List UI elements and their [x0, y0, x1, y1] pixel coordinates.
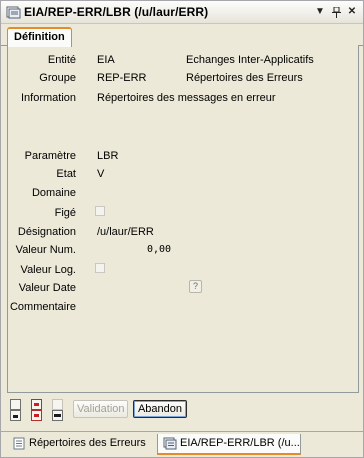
- tab-label: EIA/REP-ERR/LBR (/u...: [180, 437, 300, 449]
- valeur-log-label: Valeur Log.: [20, 264, 76, 276]
- etat-label: Etat: [56, 168, 76, 180]
- valeur-num-label: Valeur Num.: [15, 244, 76, 256]
- designation-value[interactable]: /u/laur/ERR: [97, 226, 154, 238]
- tab-definition-label: Définition: [14, 31, 65, 43]
- definition-panel: Entité EIA Echanges Inter-Applicatifs Gr…: [7, 45, 359, 393]
- help-icon[interactable]: ?: [189, 280, 202, 293]
- tab-repertoires-erreurs[interactable]: Répertoires des Erreurs: [7, 434, 157, 455]
- information-label: Information: [20, 92, 76, 104]
- document-tabs: Répertoires des Erreurs EIA/REP-ERR/LBR …: [1, 431, 363, 457]
- link-records-icon[interactable]: [52, 410, 63, 421]
- groupe-description: Répertoires des Erreurs: [186, 72, 303, 84]
- document-icon: [163, 437, 177, 450]
- entite-description: Echanges Inter-Applicatifs: [186, 54, 314, 66]
- fige-checkbox[interactable]: [95, 206, 105, 216]
- designation-label: Désignation: [17, 226, 76, 238]
- blank-record-icon[interactable]: [52, 399, 63, 410]
- domaine-label: Domaine: [31, 187, 76, 199]
- main-window: EIA/REP-ERR/LBR (/u/laur/ERR) ▼ ✕ Défini…: [0, 0, 364, 458]
- close-icon[interactable]: ✕: [345, 4, 359, 20]
- title-bar[interactable]: EIA/REP-ERR/LBR (/u/laur/ERR) ▼ ✕: [1, 1, 363, 24]
- delete-down-icon[interactable]: [31, 410, 42, 421]
- valeur-log-checkbox[interactable]: [95, 263, 105, 273]
- delete-up-icon[interactable]: [31, 399, 42, 410]
- valeur-num-value[interactable]: 0,00: [147, 244, 171, 255]
- fige-label: Figé: [54, 207, 76, 219]
- menu-dropdown-icon[interactable]: ▼: [313, 4, 327, 20]
- document-icon: [13, 437, 25, 450]
- tab-label: Répertoires des Erreurs: [29, 437, 146, 449]
- abandon-button[interactable]: Abandon: [133, 400, 187, 418]
- commentaire-label: Commentaire: [9, 301, 76, 313]
- tab-definition[interactable]: Définition: [7, 27, 72, 47]
- groupe-label: Groupe: [39, 72, 76, 84]
- information-value[interactable]: Répertoires des messages en erreur: [97, 92, 276, 104]
- new-record-icon[interactable]: [10, 410, 21, 421]
- entite-label: Entité: [47, 54, 76, 66]
- document-icon: [6, 6, 21, 19]
- tab-strip: Définition: [1, 24, 363, 47]
- tab-eia-rep-err-lbr[interactable]: EIA/REP-ERR/LBR (/u...: [157, 434, 301, 455]
- parametre-label: Paramètre: [24, 150, 76, 162]
- first-record-icon[interactable]: [10, 399, 21, 410]
- valeur-date-label: Valeur Date: [18, 282, 76, 294]
- parametre-value[interactable]: LBR: [97, 150, 118, 162]
- entite-value[interactable]: EIA: [97, 54, 115, 66]
- window-title: EIA/REP-ERR/LBR (/u/laur/ERR): [24, 5, 209, 19]
- etat-value[interactable]: V: [97, 168, 104, 180]
- pin-icon[interactable]: [329, 4, 343, 20]
- validation-button[interactable]: Validation: [73, 400, 128, 418]
- groupe-value[interactable]: REP-ERR: [97, 72, 147, 84]
